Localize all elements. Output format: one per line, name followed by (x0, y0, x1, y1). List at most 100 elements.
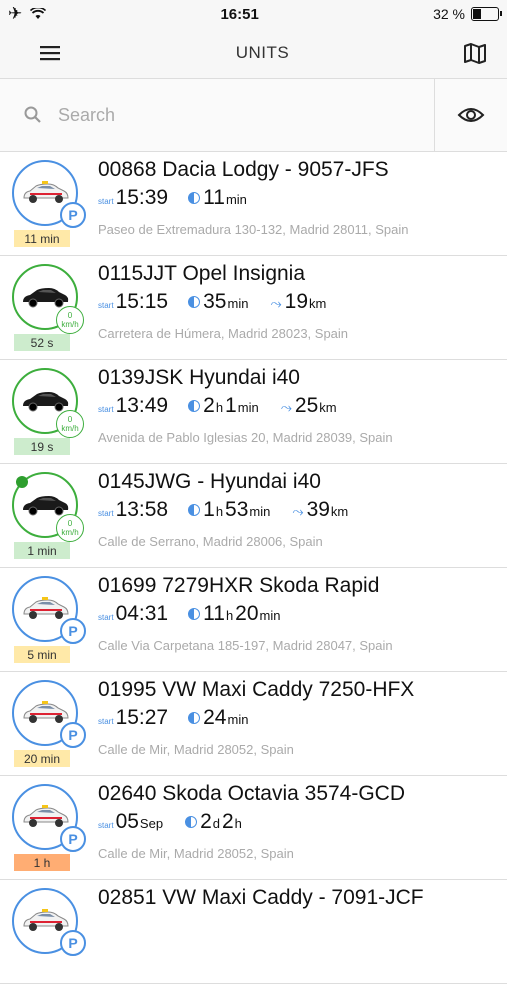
duration-unit: min (227, 296, 249, 311)
search-box[interactable] (0, 79, 435, 151)
hamburger-icon[interactable] (38, 41, 62, 65)
unit-row[interactable]: 0 km/h 19 s 0139JSK Hyundai i40 start 13:49 2 h… (0, 360, 507, 464)
start-value: 15:39 (115, 186, 169, 209)
clock-icon (188, 712, 201, 724)
parking-icon: P (60, 826, 86, 852)
start-month: Sep (139, 816, 164, 831)
distance-unit: km (319, 400, 337, 415)
clock-icon (188, 400, 201, 412)
start-label: start (98, 197, 114, 206)
unit-address: Calle Via Carpetana 185-197, Madrid 2804… (98, 638, 393, 653)
unit-row[interactable]: 0 km/h 52 s 0115JJT Opel Insignia start 15:15… (0, 256, 507, 360)
parking-icon: P (60, 930, 86, 956)
search-input[interactable] (56, 103, 360, 127)
speed-value: 0 (67, 519, 73, 528)
duration-unit: min (249, 504, 271, 519)
battery-icon (470, 7, 502, 21)
parking-icon: P (60, 202, 86, 228)
navbar: UNITS (0, 28, 507, 79)
unit-address: Calle de Serrano, Madrid 28006, Spain (98, 534, 323, 549)
duration-value: 2 (203, 394, 215, 417)
duration-value: 11 (203, 186, 225, 209)
key-icon (16, 476, 28, 488)
status-bar: ✈ 16:51 32 % (0, 0, 507, 28)
unit-metrics: start 15:39 11 min (98, 186, 249, 210)
start-label: start (98, 301, 114, 310)
eye-button[interactable] (435, 79, 507, 151)
speed-value: 0 (67, 311, 73, 320)
car-icon (23, 288, 69, 308)
start-value: 15:15 (115, 290, 169, 313)
duration-unit: d (212, 816, 220, 831)
duration-unit: h (234, 816, 242, 831)
unit-name: 01995 VW Maxi Caddy 7250-HFX (98, 678, 415, 701)
unit-row[interactable]: P 20 min 01995 VW Maxi Caddy 7250-HFX start… (0, 672, 507, 776)
duration-unit: min (237, 400, 259, 415)
unit-row[interactable]: P 5 min 01699 7279HXR Skoda Rapid start 04:3… (0, 568, 507, 672)
unit-row[interactable]: P 1 h 02640 Skoda Octavia 3574-GCD start 05 S… (0, 776, 507, 880)
last-update-tag: 52 s (14, 334, 70, 351)
start-time: start 13:49 (98, 394, 168, 418)
duration-value: 24 (203, 706, 227, 729)
unit-address: Carretera de Húmera, Madrid 28023, Spain (98, 326, 349, 341)
distance: ⤳ 39 km (292, 498, 350, 522)
start-time: start 15:39 (98, 186, 168, 210)
duration: 1 h 53 min (188, 498, 272, 522)
unit-avatar: P (12, 888, 86, 956)
duration-unit: min (259, 608, 281, 623)
start-time: start 15:27 (98, 706, 168, 730)
unit-avatar: P (12, 680, 86, 748)
start-label: start (98, 509, 114, 518)
status-time: 16:51 (220, 5, 259, 23)
search-icon (24, 106, 41, 123)
unit-name: 02640 Skoda Octavia 3574-GCD (98, 782, 406, 805)
speed-unit: km/h (61, 320, 79, 329)
unit-name: 02851 VW Maxi Caddy - 7091-JCF (98, 886, 424, 909)
duration-value: 11 (203, 602, 225, 625)
unit-name: 0139JSK Hyundai i40 (98, 366, 300, 389)
distance-value: 25 (294, 394, 319, 417)
last-update-tag: 11 min (14, 230, 70, 247)
clock-icon (188, 504, 201, 516)
car-icon (23, 597, 69, 619)
start-label: start (98, 821, 114, 830)
status-left: ✈ (8, 4, 47, 24)
unit-row[interactable]: 0 km/h 1 min 0145JWG - Hyundai i40 start 13:5… (0, 464, 507, 568)
route-icon: ⤳ (292, 503, 304, 519)
last-update-tag: 1 h (14, 854, 70, 871)
unit-avatar: P (12, 576, 86, 644)
clock-icon (188, 608, 201, 620)
duration-value: 53 (225, 498, 249, 521)
last-update-tag: 1 min (14, 542, 70, 559)
unit-name: 01699 7279HXR Skoda Rapid (98, 574, 380, 597)
speed-unit: km/h (61, 424, 79, 433)
page-title: UNITS (235, 43, 290, 62)
parking-icon: P (60, 618, 86, 644)
unit-metrics: start 15:15 35 min ⤳ 19 km (98, 290, 328, 314)
unit-address: Avenida de Pablo Iglesias 20, Madrid 280… (98, 430, 393, 445)
duration-unit: h (225, 608, 234, 623)
eye-icon (457, 108, 485, 122)
start-time: start 15:15 (98, 290, 168, 314)
duration-value: 1 (225, 394, 237, 417)
duration: 2d2h (185, 810, 244, 834)
speed-badge: 0 km/h (56, 410, 84, 438)
clock-icon (188, 296, 201, 308)
duration-value: 2 (221, 810, 234, 833)
battery-percent: 32 % (433, 6, 465, 22)
duration-unit: min (227, 712, 249, 727)
unit-row[interactable]: P 02851 VW Maxi Caddy - 7091-JCF (0, 880, 507, 984)
start-time: start 13:58 (98, 498, 168, 522)
map-icon[interactable] (463, 41, 487, 65)
distance: ⤳ 25 km (281, 394, 339, 418)
distance-value: 39 (306, 498, 330, 521)
duration-value: 35 (203, 290, 227, 313)
last-update-tag: 5 min (14, 646, 70, 663)
start-value: 05 (115, 810, 139, 833)
duration-value: 2 (200, 810, 212, 833)
start-label: start (98, 717, 114, 726)
duration: 11 h 20 min (188, 602, 282, 626)
car-icon (23, 181, 69, 203)
unit-address: Calle de Mir, Madrid 28052, Spain (98, 846, 294, 861)
unit-row[interactable]: P 11 min 00868 Dacia Lodgy - 9057-JFS start… (0, 152, 507, 256)
